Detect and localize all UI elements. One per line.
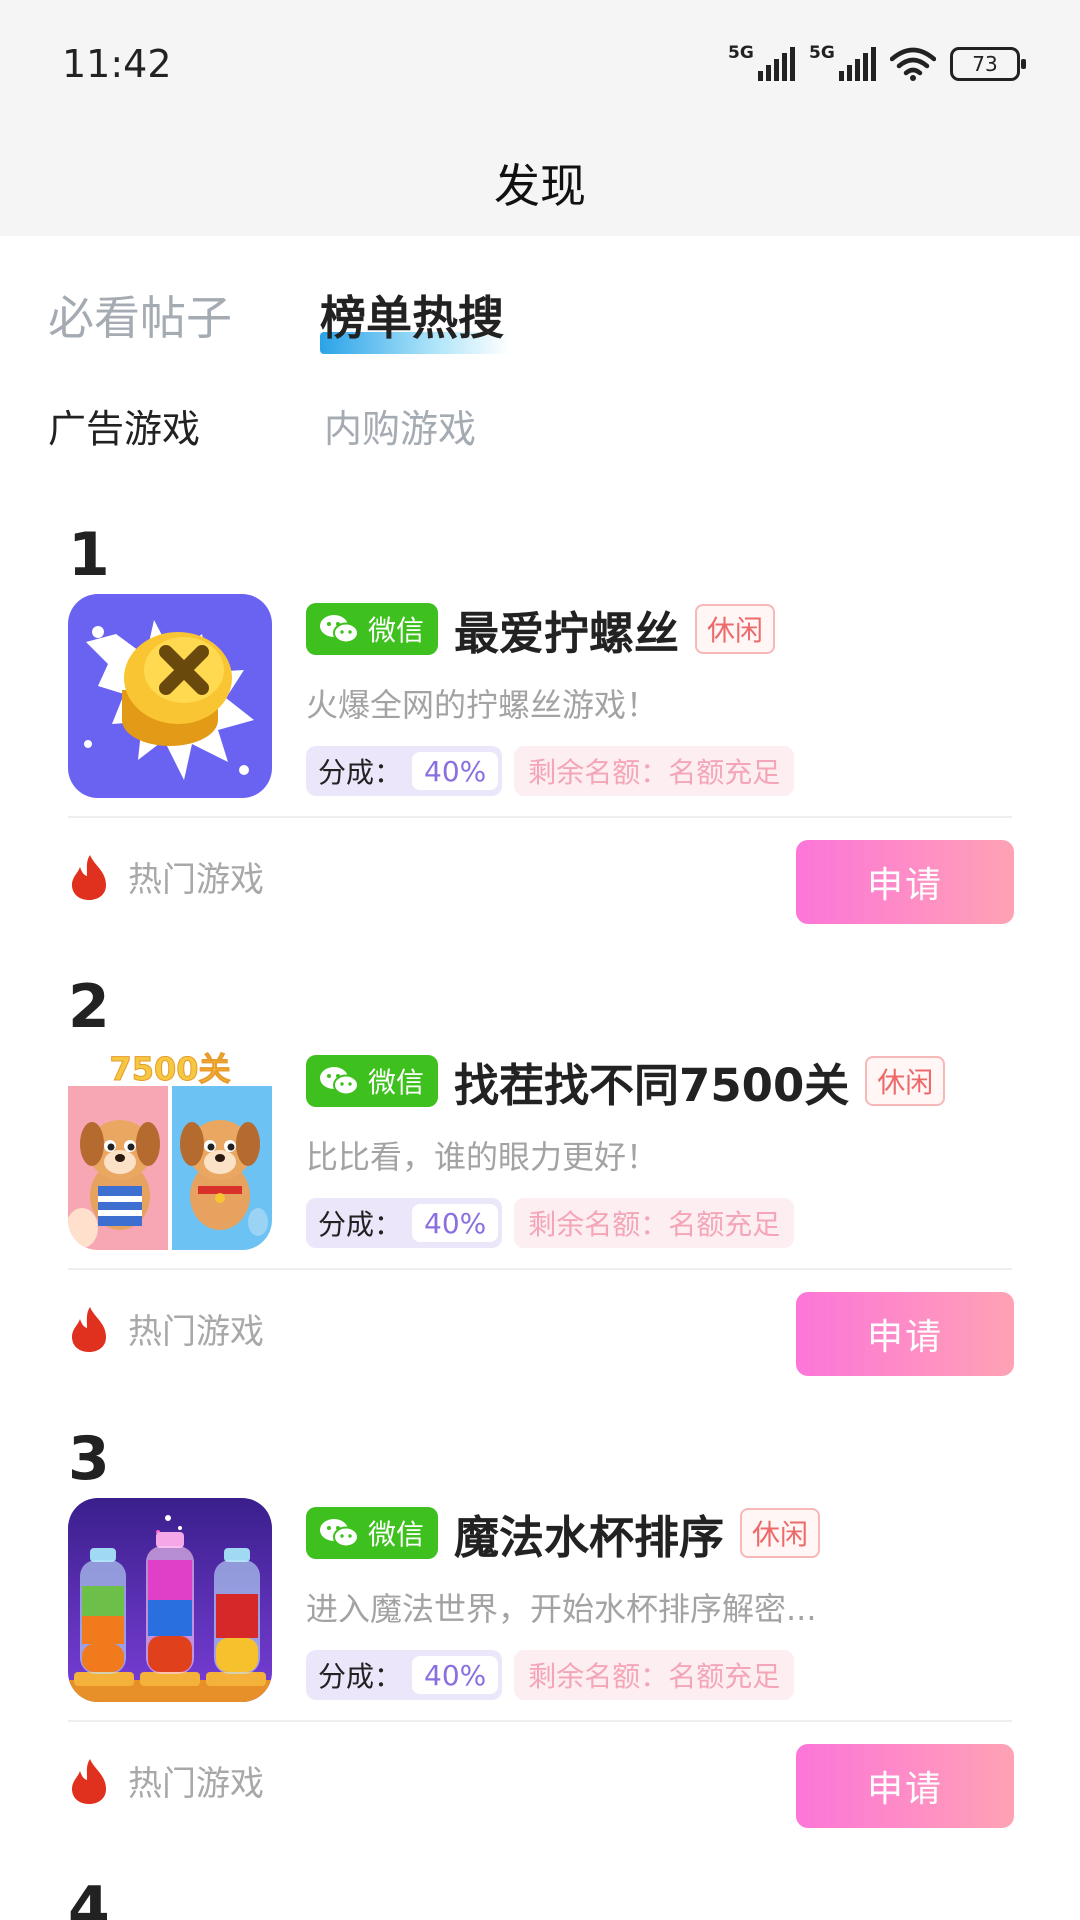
quota-badge: 剩余名额：名额充足 <box>514 746 795 796</box>
hot-label: 热门游戏 <box>128 1764 264 1804</box>
game-name: 魔法水杯排序 <box>454 1510 725 1564</box>
genre-tag: 休闲 <box>740 1508 821 1558</box>
main-tabs: 必看帖子 榜单热搜 <box>48 282 592 354</box>
share-label: 分成： <box>318 1208 403 1241</box>
status-bar: 11:42 5G 5G 73 <box>0 0 1080 130</box>
network-type-label: 5G <box>728 43 754 63</box>
tab-must-read-posts[interactable]: 必看帖子 <box>48 282 232 348</box>
game-description: 进入魔法世界，开始水杯排序解密... <box>306 1590 817 1628</box>
title-bar: 发现 <box>0 130 1080 236</box>
game-item[interactable]: 3 微信 魔法水杯排序 休闲 进入魔法世界，开始水杯排序解密... 分成： 40… <box>0 1424 1080 1876</box>
tab-hot-ranking[interactable]: 榜单热搜 <box>320 282 510 354</box>
divider <box>68 816 1012 818</box>
rank-number: 1 <box>68 520 110 590</box>
hot-games-tag: 热门游戏 <box>68 1304 264 1353</box>
fire-icon <box>72 854 106 900</box>
quota-badge: 剩余名额：名额充足 <box>514 1198 795 1248</box>
wechat-platform-badge: 微信 <box>306 1055 439 1107</box>
spot-difference-dog-icon[interactable]: 7500关 <box>68 1046 272 1250</box>
fire-icon <box>72 1758 106 1804</box>
game-item[interactable]: 2 7500关 微信 找茬找不同7500关 休闲 比比看，谁的眼力更好！ 分成：… <box>0 972 1080 1424</box>
hot-games-tag: 热门游戏 <box>68 852 264 901</box>
share-value: 40% <box>412 1656 499 1694</box>
revenue-share: 分成： 40% <box>306 746 503 796</box>
game-name: 找茬找不同7500关 <box>454 1058 850 1112</box>
game-name: 最爱拧螺丝 <box>454 606 680 660</box>
fire-icon <box>72 1306 106 1352</box>
hot-games-tag: 热门游戏 <box>68 1756 264 1805</box>
game-list: 1 微信 最爱拧螺丝 休闲 火爆全网的拧螺丝游戏！ 分成： 40% 剩余名额：名… <box>0 520 1080 1876</box>
page-title: 发现 <box>494 159 586 213</box>
subtab-ad-games[interactable]: 广告游戏 <box>48 398 200 453</box>
game-info: 微信 找茬找不同7500关 休闲 比比看，谁的眼力更好！ 分成： 40% 剩余名… <box>306 1052 1040 1248</box>
quota-badge: 剩余名额：名额充足 <box>514 1650 795 1700</box>
wechat-icon <box>320 1067 359 1096</box>
screw-game-icon[interactable] <box>68 594 272 798</box>
platform-label: 微信 <box>368 614 425 647</box>
share-label: 分成： <box>318 1660 403 1693</box>
thumb-level-text: 7500关 <box>109 1050 230 1088</box>
battery-level: 73 <box>972 52 998 76</box>
game-description: 火爆全网的拧螺丝游戏！ <box>306 686 659 724</box>
battery-icon: 73 <box>950 47 1026 81</box>
network-type-label: 5G <box>809 43 835 63</box>
platform-label: 微信 <box>368 1066 425 1099</box>
status-icons: 5G 5G 73 <box>728 43 1026 84</box>
game-item[interactable]: 1 微信 最爱拧螺丝 休闲 火爆全网的拧螺丝游戏！ 分成： 40% 剩余名额：名… <box>0 520 1080 972</box>
genre-tag: 休闲 <box>695 604 776 654</box>
genre-tag: 休闲 <box>865 1056 946 1106</box>
divider <box>68 1268 1012 1270</box>
water-sort-bottles-icon[interactable] <box>68 1498 272 1702</box>
wifi-icon <box>890 47 936 81</box>
wechat-icon <box>320 615 359 644</box>
apply-button[interactable]: 申请 <box>796 1744 1014 1828</box>
revenue-share: 分成： 40% <box>306 1650 503 1700</box>
share-label: 分成： <box>318 756 403 789</box>
platform-label: 微信 <box>368 1518 425 1551</box>
cellular-signal-icon: 5G <box>728 43 795 81</box>
apply-button[interactable]: 申请 <box>796 840 1014 924</box>
game-info: 微信 最爱拧螺丝 休闲 火爆全网的拧螺丝游戏！ 分成： 40% 剩余名额：名额充… <box>306 600 1040 796</box>
divider <box>68 1720 1012 1722</box>
wechat-icon <box>320 1519 359 1548</box>
rank-number: 3 <box>68 1424 110 1494</box>
wechat-platform-badge: 微信 <box>306 603 439 655</box>
share-value: 40% <box>412 752 499 790</box>
revenue-share: 分成： 40% <box>306 1198 503 1248</box>
status-time: 11:42 <box>62 42 172 86</box>
sub-tabs: 广告游戏 内购游戏 <box>48 398 600 453</box>
game-info: 微信 魔法水杯排序 休闲 进入魔法世界，开始水杯排序解密... 分成： 40% … <box>306 1504 1040 1700</box>
share-value: 40% <box>412 1204 499 1242</box>
wechat-platform-badge: 微信 <box>306 1507 439 1559</box>
rank-number: 2 <box>68 972 110 1042</box>
subtab-iap-games[interactable]: 内购游戏 <box>324 398 476 453</box>
cellular-signal-icon: 5G <box>809 43 876 81</box>
game-description: 比比看，谁的眼力更好！ <box>306 1138 659 1176</box>
hot-label: 热门游戏 <box>128 1312 264 1352</box>
rank-number: 4 <box>68 1874 110 1920</box>
hot-label: 热门游戏 <box>128 860 264 900</box>
apply-button[interactable]: 申请 <box>796 1292 1014 1376</box>
